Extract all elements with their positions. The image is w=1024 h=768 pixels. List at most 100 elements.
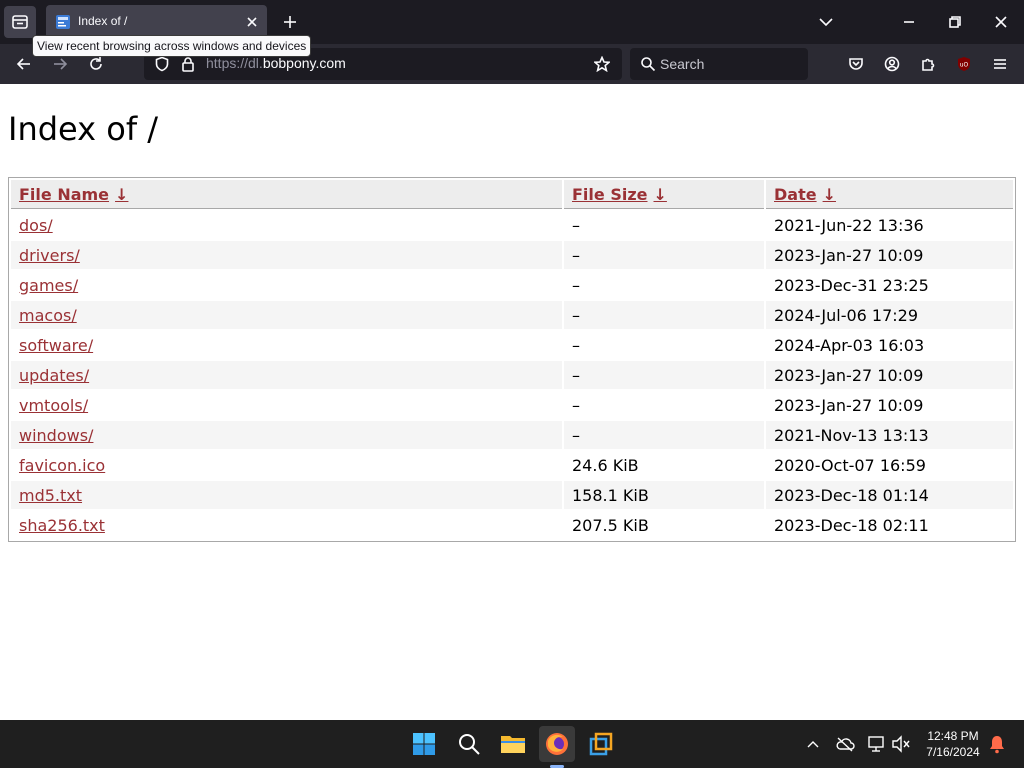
file-date: 2023-Dec-31 23:25 <box>774 275 929 295</box>
file-size: 207.5 KiB <box>572 515 649 535</box>
app-menu-button[interactable] <box>984 48 1016 80</box>
file-listing-table: File Name ↓ File Size ↓ Date ↓ dos/–2021-Ju… <box>8 177 1016 542</box>
star-icon <box>594 56 610 72</box>
close-icon <box>247 17 257 27</box>
volume-muted-icon <box>892 735 910 753</box>
search-placeholder: Search <box>660 56 705 72</box>
table-row: updates/ –2023-Jan-27 10:09 <box>11 361 1013 389</box>
file-date: 2021-Nov-13 13:13 <box>766 421 1013 449</box>
file-date: 2020-Oct-07 16:59 <box>774 455 926 475</box>
svg-text:uO: uO <box>960 62 969 69</box>
search-bar[interactable]: Search <box>630 48 808 80</box>
clock-date: 7/16/2024 <box>926 745 980 759</box>
taskbar-search-button[interactable] <box>451 726 487 762</box>
pocket-button[interactable] <box>840 48 872 80</box>
file-date: 2023-Dec-18 02:11 <box>774 515 929 535</box>
sort-by-date-link[interactable]: Date <box>774 185 817 204</box>
ublock-origin-button[interactable]: uO <box>948 48 980 80</box>
file-size: – <box>572 335 580 355</box>
chevron-down-icon <box>819 18 833 27</box>
page-content: Index of / File Name ↓ File Size ↓ Date ↓ d… <box>0 84 1024 720</box>
bell-icon <box>990 736 1004 754</box>
file-size: – <box>572 215 580 235</box>
file-link[interactable]: md5.txt <box>19 486 82 505</box>
table-row: favicon.ico 24.6 KiB 2020-Oct-07 16:59 <box>11 451 1013 479</box>
file-date: 2024-Apr-03 16:03 <box>774 335 925 355</box>
cloud-icon <box>836 737 855 752</box>
hamburger-menu-icon <box>994 59 1006 69</box>
onedrive-button[interactable] <box>834 732 856 756</box>
column-header-date[interactable]: Date ↓ <box>766 180 1013 209</box>
network-button[interactable] <box>866 732 888 756</box>
sort-arrow-icon[interactable]: ↓ <box>115 185 128 204</box>
column-header-size[interactable]: File Size ↓ <box>564 180 764 209</box>
lock-icon <box>182 57 194 72</box>
arrow-right-icon <box>54 58 68 70</box>
account-icon <box>884 56 900 72</box>
search-engine-button[interactable] <box>636 52 660 76</box>
page-favicon-icon <box>56 15 70 29</box>
notifications-button[interactable] <box>986 732 1008 756</box>
plus-icon <box>284 16 296 28</box>
sort-arrow-icon[interactable]: ↓ <box>823 185 836 204</box>
file-link[interactable]: vmtools/ <box>19 396 88 415</box>
file-size: – <box>572 275 580 295</box>
reload-icon <box>90 57 102 70</box>
tab-index[interactable]: Index of / <box>46 5 267 39</box>
search-icon <box>641 57 656 72</box>
url-text[interactable]: https://dl.bobpony.com <box>206 55 346 71</box>
extensions-button[interactable] <box>912 48 944 80</box>
table-row: vmtools/ – 2023-Jan-27 10:09 <box>11 391 1013 419</box>
file-explorer-button[interactable] <box>495 726 531 762</box>
clock-time: 12:48 PM <box>927 729 979 743</box>
tooltip: View recent browsing across windows and … <box>32 35 312 57</box>
table-header-row: File Name ↓ File Size ↓ Date ↓ <box>11 180 1013 209</box>
minimize-button[interactable] <box>886 0 932 44</box>
file-link[interactable]: favicon.ico <box>19 456 105 475</box>
table-row: windows/ –2021-Nov-13 13:13 <box>11 421 1013 449</box>
bookmark-button[interactable] <box>590 52 614 76</box>
vmware-taskbar-button[interactable] <box>583 726 619 762</box>
file-size: 24.6 KiB <box>572 455 639 475</box>
sort-by-size-link[interactable]: File Size <box>572 185 648 204</box>
table-row: software/ – 2024-Apr-03 16:03 <box>11 331 1013 359</box>
firefox-view-button[interactable] <box>4 6 36 38</box>
table-row: dos/ – 2021-Jun-22 13:36 <box>11 211 1013 239</box>
chevron-up-icon <box>807 741 819 748</box>
file-size: – <box>564 301 764 329</box>
volume-button[interactable] <box>890 732 912 756</box>
page-title: Index of / <box>8 110 159 148</box>
file-link[interactable]: games/ <box>19 276 78 295</box>
file-link[interactable]: dos/ <box>19 216 53 235</box>
table-row: sha256.txt 207.5 KiB 2023-Dec-18 02:11 <box>11 511 1013 539</box>
network-icon <box>868 736 884 752</box>
table-row: games/ – 2023-Dec-31 23:25 <box>11 271 1013 299</box>
file-date: 2023-Jan-27 10:09 <box>774 395 924 415</box>
sort-by-name-link[interactable]: File Name <box>19 185 109 204</box>
firefox-taskbar-button[interactable] <box>539 726 575 762</box>
file-link[interactable]: windows/ <box>19 426 93 445</box>
file-link[interactable]: macos/ <box>19 306 77 325</box>
file-link[interactable]: sha256.txt <box>19 516 105 535</box>
tab-title: Index of / <box>78 14 128 28</box>
account-button[interactable] <box>876 48 908 80</box>
list-all-tabs-button[interactable] <box>812 8 840 36</box>
firefox-view-icon <box>12 15 28 29</box>
new-tab-button[interactable] <box>276 8 304 36</box>
column-header-name[interactable]: File Name ↓ <box>11 180 562 209</box>
file-link[interactable]: updates/ <box>19 366 89 385</box>
file-link[interactable]: drivers/ <box>19 246 80 265</box>
sort-arrow-icon[interactable]: ↓ <box>654 185 667 204</box>
system-clock[interactable]: 12:48 PM 7/16/2024 <box>918 728 988 760</box>
firefox-icon <box>546 733 568 755</box>
table-row: macos/ –2024-Jul-06 17:29 <box>11 301 1013 329</box>
file-size: – <box>564 421 764 449</box>
window-close-button[interactable] <box>978 0 1024 44</box>
tab-close-button[interactable] <box>242 12 262 32</box>
start-button[interactable] <box>406 726 442 762</box>
restore-button[interactable] <box>932 0 978 44</box>
show-hidden-icons-button[interactable] <box>802 732 824 756</box>
file-size: – <box>564 241 764 269</box>
table-row: drivers/ –2023-Jan-27 10:09 <box>11 241 1013 269</box>
file-link[interactable]: software/ <box>19 336 93 355</box>
